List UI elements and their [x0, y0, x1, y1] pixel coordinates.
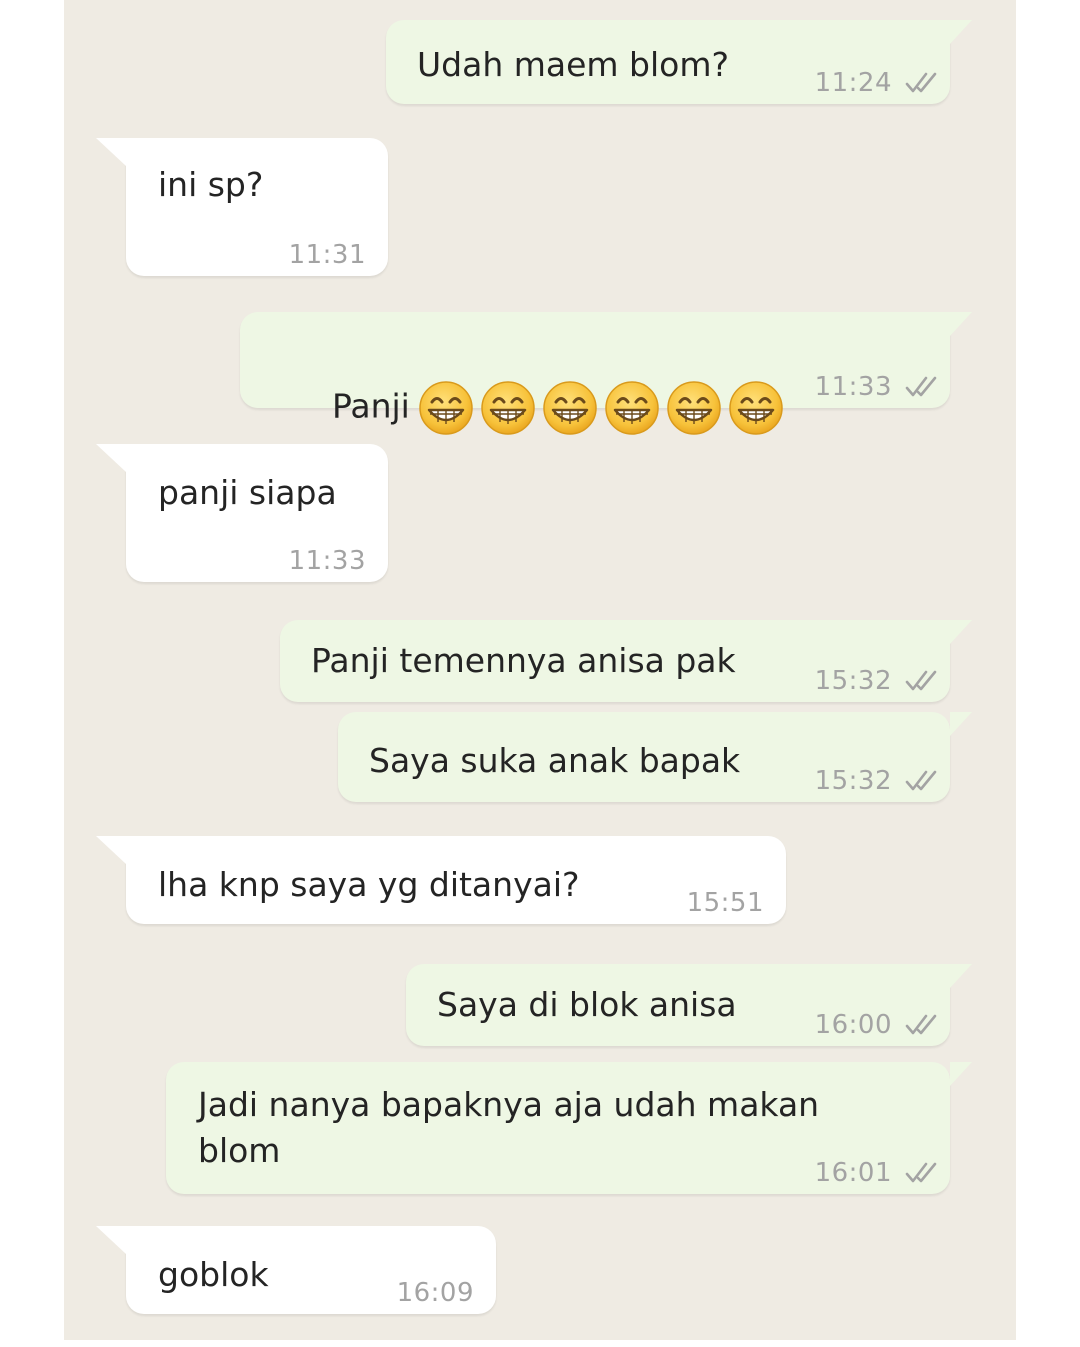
- message-time: 15:32: [814, 766, 892, 796]
- chat-conversation[interactable]: Udah maem blom? 11:24 ini sp? 11:31 Panj…: [64, 0, 1016, 1340]
- read-double-check-icon: [904, 375, 938, 399]
- outgoing-message[interactable]: Panji 11:33: [240, 312, 972, 435]
- message-meta: 16:00: [815, 1010, 938, 1040]
- message-meta: 11:33: [289, 546, 366, 576]
- message-time: 15:51: [686, 888, 764, 918]
- outgoing-message[interactable]: Jadi nanya bapaknya aja udah makan blom …: [166, 1062, 972, 1194]
- incoming-message[interactable]: goblok 16:09: [96, 1226, 496, 1314]
- grinning-face-icon: [480, 380, 536, 436]
- message-time: 11:24: [814, 68, 892, 98]
- message-text: Panji temennya anisa pak: [311, 641, 736, 680]
- message-meta: 16:09: [397, 1278, 474, 1308]
- message-meta: 16:01: [815, 1158, 938, 1188]
- grinning-face-icon: [604, 380, 660, 436]
- read-double-check-icon: [904, 1161, 938, 1185]
- message-text: Saya suka anak bapak: [369, 741, 741, 780]
- message-text: goblok: [158, 1255, 269, 1294]
- read-double-check-icon: [904, 71, 938, 95]
- grinning-face-icon: [542, 380, 598, 436]
- message-time: 16:01: [814, 1158, 892, 1188]
- message-time: 11:33: [288, 546, 366, 576]
- message-text: Jadi nanya bapaknya aja udah makan blom: [198, 1085, 820, 1170]
- read-double-check-icon: [904, 1013, 938, 1037]
- message-meta: 11:33: [815, 372, 938, 402]
- message-time: 15:32: [814, 666, 892, 696]
- message-text: panji siapa: [158, 473, 337, 512]
- message-text: lha knp saya yg ditanyai?: [158, 865, 580, 904]
- message-text-label: Panji: [331, 386, 410, 426]
- message-meta: 15:32: [815, 666, 938, 696]
- message-text: ini sp?: [158, 165, 264, 204]
- grinning-face-icon: [728, 380, 784, 436]
- message-time: 16:00: [814, 1010, 892, 1040]
- grinning-face-icon: [666, 380, 722, 436]
- message-meta: 11:31: [289, 240, 366, 270]
- message-time: 11:33: [814, 372, 892, 402]
- incoming-message[interactable]: panji siapa 11:33: [96, 444, 388, 582]
- message-meta: 15:51: [687, 888, 764, 918]
- emoji-row: [418, 380, 784, 436]
- incoming-message[interactable]: ini sp? 11:31: [96, 138, 388, 276]
- message-time: 11:31: [288, 240, 366, 270]
- outgoing-message[interactable]: Udah maem blom? 11:24: [386, 20, 972, 104]
- message-text: Saya di blok anisa: [437, 985, 737, 1024]
- message-meta: 15:32: [815, 766, 938, 796]
- outgoing-message[interactable]: Panji temennya anisa pak 15:32: [280, 620, 972, 702]
- read-double-check-icon: [904, 669, 938, 693]
- grinning-face-icon: [418, 380, 474, 436]
- message-meta: 11:24: [815, 68, 938, 98]
- message-text: Udah maem blom?: [417, 45, 730, 84]
- read-double-check-icon: [904, 769, 938, 793]
- outgoing-message[interactable]: Saya suka anak bapak 15:32: [338, 712, 972, 802]
- incoming-message[interactable]: lha knp saya yg ditanyai? 15:51: [96, 836, 786, 924]
- outgoing-message[interactable]: Saya di blok anisa 16:00: [406, 964, 972, 1046]
- message-time: 16:09: [396, 1278, 474, 1308]
